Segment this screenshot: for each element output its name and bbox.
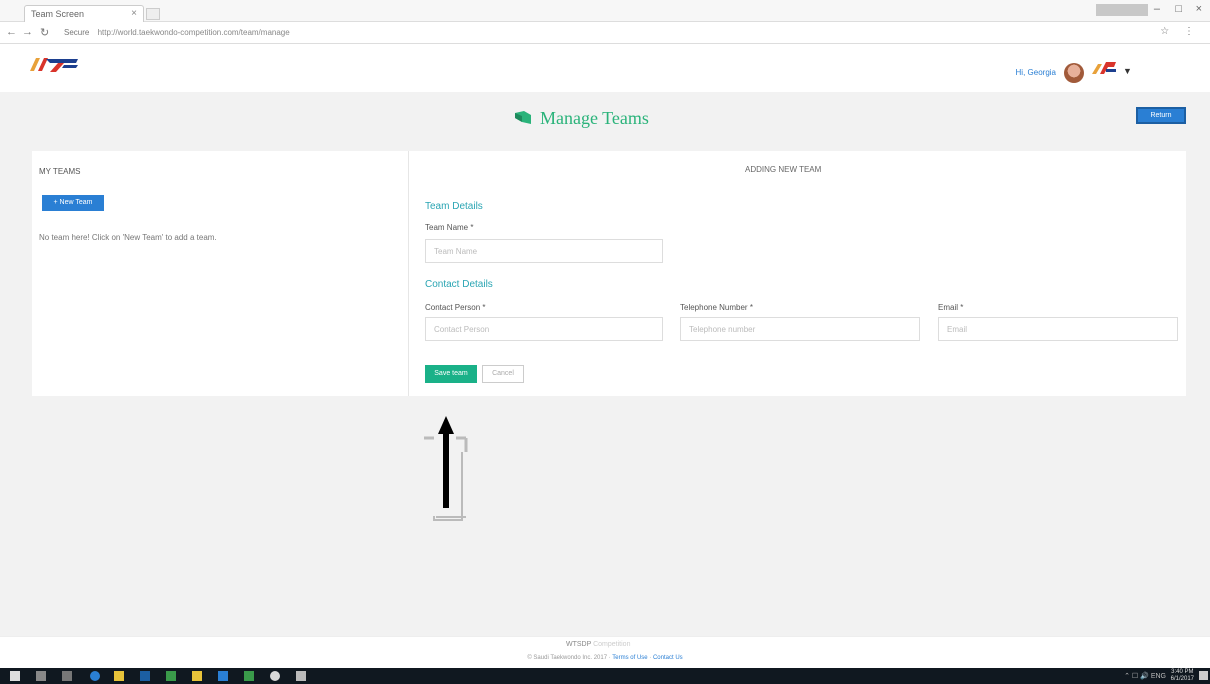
email-label: Email *: [938, 303, 964, 312]
terms-link[interactable]: Terms of Use: [612, 655, 647, 661]
url-text: http://world.taekwondo-competition.com/t…: [97, 28, 290, 37]
chrome-app-icon[interactable]: [270, 671, 280, 681]
task-view-icon[interactable]: [62, 671, 72, 681]
excel-app-icon[interactable]: [244, 671, 254, 681]
system-tray[interactable]: ⌃ ☐ 🔊 ENG: [1124, 672, 1166, 680]
wt-logo[interactable]: [28, 55, 80, 73]
browser-tabbar: Team Screen × – □ ×: [0, 0, 1210, 22]
team-icon: [515, 111, 531, 124]
url-input[interactable]: Secure http://world.taekwondo-competitio…: [60, 26, 960, 40]
os-taskbar: ⌃ ☐ 🔊 ENG 3:40 PM 6/1/2017: [0, 668, 1210, 684]
search-icon[interactable]: [36, 671, 46, 681]
forward-icon[interactable]: →: [22, 26, 33, 38]
back-icon[interactable]: ←: [6, 26, 17, 38]
browser-tab[interactable]: Team Screen ×: [24, 5, 144, 22]
cancel-button[interactable]: Cancel: [482, 365, 524, 383]
windows-start-icon[interactable]: [10, 671, 20, 681]
footer-copyright: © Saudi Taekwondo Inc. 2017 · Terms of U…: [0, 655, 1210, 661]
team-name-input[interactable]: [425, 239, 663, 263]
user-name-link[interactable]: Hi, Georgia: [1016, 68, 1056, 77]
browser-address-bar: ← → ↻ Secure http://world.taekwondo-comp…: [0, 22, 1210, 44]
file-explorer-icon[interactable]: [114, 671, 124, 681]
email-input[interactable]: [938, 317, 1178, 341]
annotation-arrow-icon: [424, 416, 468, 521]
footer-brand-name: WTSDP: [566, 641, 592, 648]
return-button[interactable]: Return: [1136, 107, 1186, 124]
team-details-heading: Team Details: [425, 201, 483, 212]
secure-label: Secure: [64, 28, 90, 37]
user-menu-caret-icon[interactable]: ▼: [1123, 66, 1132, 76]
notification-icon[interactable]: [1199, 671, 1208, 680]
contact-person-input[interactable]: [425, 317, 663, 341]
footer-brand-suffix: Competition: [593, 641, 631, 648]
new-team-button[interactable]: + New Team: [42, 195, 104, 211]
team-name-label: Team Name *: [425, 223, 474, 232]
contact-person-label: Contact Person *: [425, 303, 486, 312]
save-team-button[interactable]: Save team: [425, 365, 477, 383]
tab-close-icon[interactable]: ×: [131, 8, 137, 19]
clock-time: 3:40 PM: [1171, 669, 1194, 675]
word-app-icon[interactable]: [218, 671, 228, 681]
teams-panel: MY TEAMS + New Team No team here! Click …: [32, 151, 1186, 396]
pinned-app-icon[interactable]: [296, 671, 306, 681]
folder-icon[interactable]: [192, 671, 202, 681]
user-avatar[interactable]: [1064, 63, 1084, 83]
app-icon[interactable]: [166, 671, 176, 681]
browser-app-icon[interactable]: [90, 671, 100, 681]
page-title-text: Manage Teams: [540, 108, 649, 128]
clock-date: 6/1/2017: [1170, 676, 1194, 682]
copyright-text: © Saudi Taekwondo Inc. 2017 ·: [527, 655, 613, 661]
reload-icon[interactable]: ↻: [40, 26, 49, 39]
panel-divider: [408, 151, 409, 396]
minimize-icon[interactable]: –: [1154, 3, 1160, 15]
page-title: Manage Teams: [514, 108, 649, 129]
page-footer: WTSDP Competition © Saudi Taekwondo Inc.…: [0, 636, 1210, 668]
telephone-label: Telephone Number *: [680, 303, 753, 312]
country-flag-icon[interactable]: [1090, 60, 1118, 76]
my-teams-heading: MY TEAMS: [39, 167, 81, 176]
store-app-icon[interactable]: [140, 671, 150, 681]
browser-tab-title: Team Screen: [31, 9, 85, 19]
telephone-input[interactable]: [680, 317, 920, 341]
contact-details-heading: Contact Details: [425, 279, 493, 290]
taskbar-clock[interactable]: 3:40 PM 6/1/2017: [1171, 669, 1194, 683]
maximize-icon[interactable]: □: [1175, 3, 1182, 15]
adding-team-heading: ADDING NEW TEAM: [745, 165, 822, 174]
no-teams-message: No team here! Click on 'New Team' to add…: [39, 233, 217, 242]
browser-menu-icon[interactable]: ☆ ⋮: [1160, 26, 1200, 37]
footer-brand: WTSDP Competition: [566, 641, 630, 648]
browser-profile-chip[interactable]: [1096, 4, 1148, 16]
contact-link[interactable]: Contact Us: [653, 655, 683, 661]
new-tab-button[interactable]: [146, 8, 160, 20]
window-close-icon[interactable]: ×: [1196, 3, 1202, 15]
